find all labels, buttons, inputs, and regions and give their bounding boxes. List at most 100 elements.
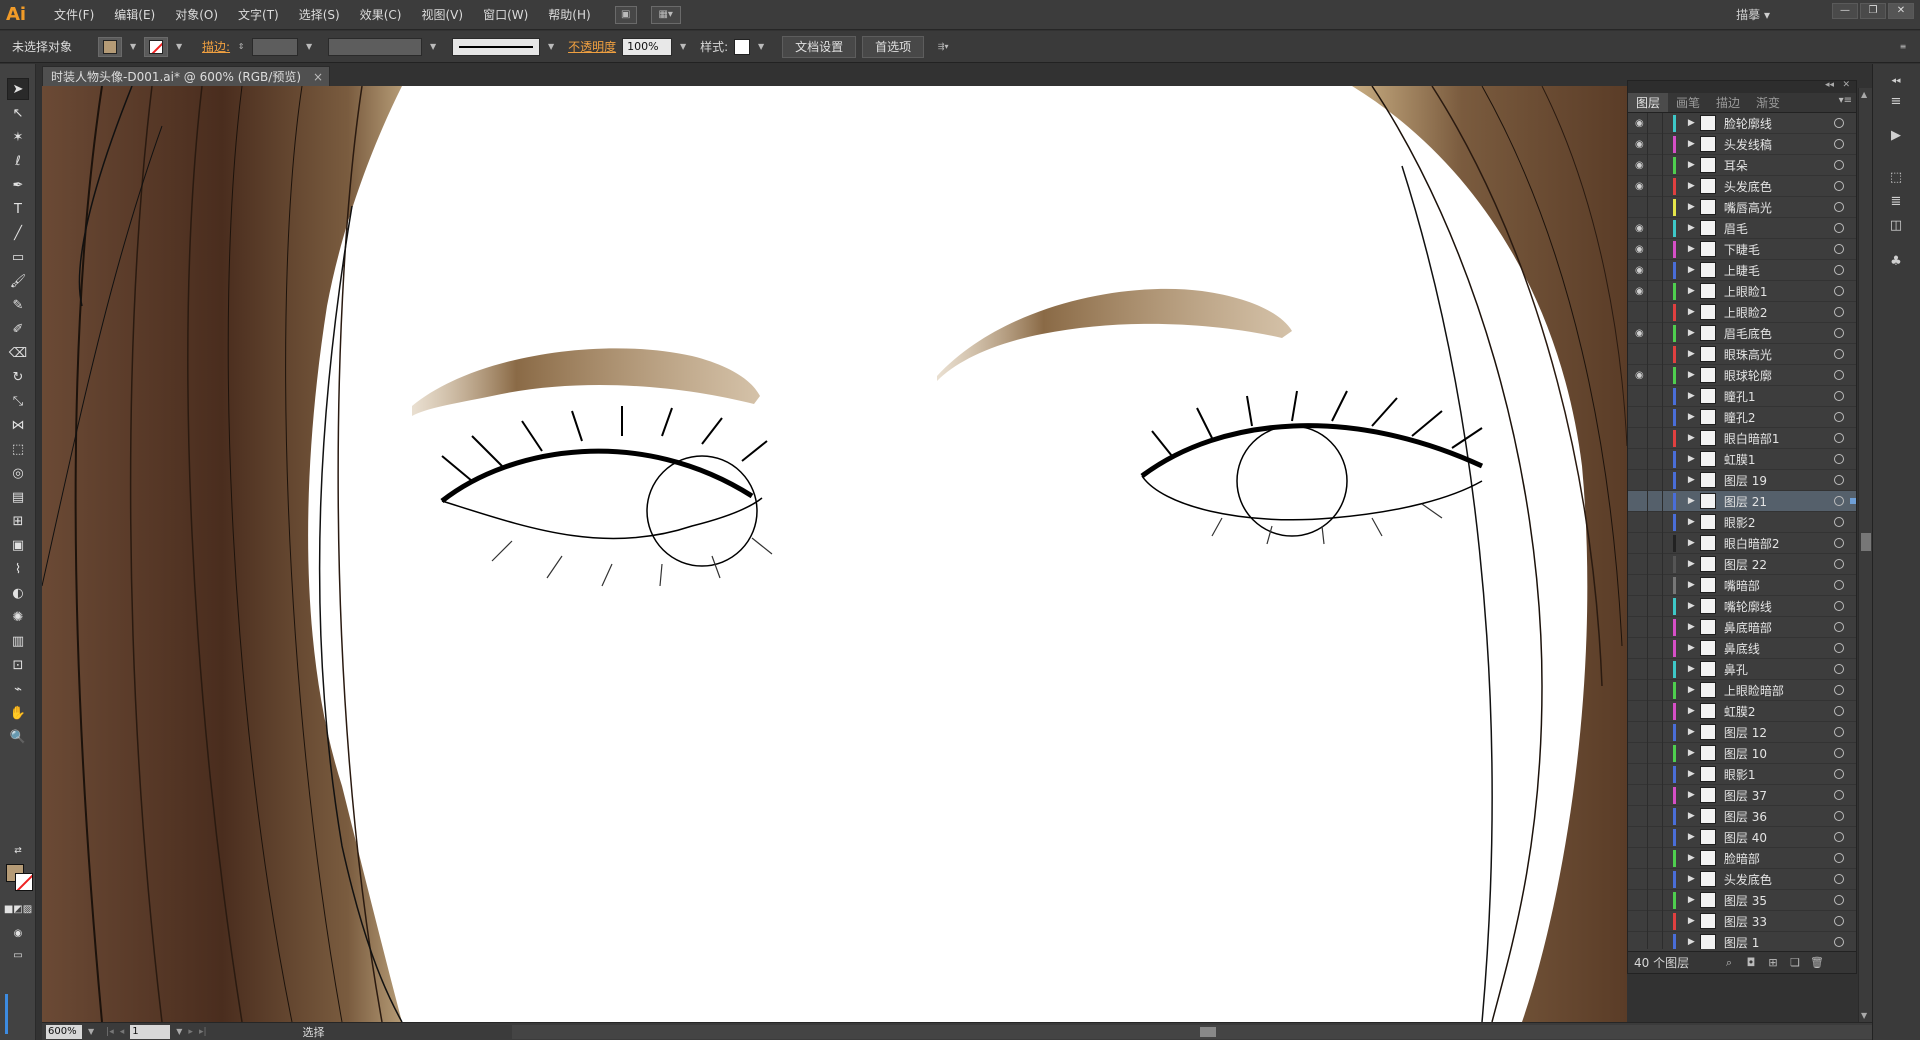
lock-toggle[interactable] xyxy=(1648,364,1664,386)
layer-name[interactable]: 眼珠高光 xyxy=(1724,346,1818,363)
triangle-right-icon[interactable]: ▶ xyxy=(1684,601,1698,611)
close-icon[interactable]: ✕ xyxy=(1888,3,1914,19)
triangle-right-icon[interactable]: ▶ xyxy=(1684,307,1698,317)
target-circle-icon[interactable] xyxy=(1834,433,1845,443)
layer-name[interactable]: 嘴轮廓线 xyxy=(1724,598,1818,615)
triangle-right-icon[interactable]: ▶ xyxy=(1684,265,1698,275)
layer-name[interactable]: 图层 12 xyxy=(1724,724,1818,741)
delete-layer-icon[interactable]: 🗑 xyxy=(1810,956,1824,969)
layer-row[interactable]: ▶ 眼影1 xyxy=(1628,763,1856,785)
document-setup-button[interactable]: 文档设置 xyxy=(782,35,857,58)
lock-toggle[interactable] xyxy=(1648,826,1664,848)
chevron-down-icon[interactable]: ▼ xyxy=(174,37,184,57)
eye-icon[interactable] xyxy=(1632,616,1648,638)
triangle-right-icon[interactable]: ▶ xyxy=(1684,412,1698,422)
chevron-down-icon[interactable]: ▼ xyxy=(756,37,766,57)
layer-row[interactable]: ▶ 脸暗部 xyxy=(1628,847,1856,869)
eye-icon[interactable]: ◉ xyxy=(1632,280,1648,302)
layer-name[interactable]: 上睫毛 xyxy=(1724,262,1818,279)
eye-icon[interactable] xyxy=(1632,742,1648,764)
lock-toggle[interactable] xyxy=(1648,133,1664,155)
target-circle-icon[interactable] xyxy=(1834,832,1845,842)
triangle-right-icon[interactable]: ▶ xyxy=(1684,433,1698,443)
hand-tool-icon[interactable]: ✋ xyxy=(7,702,29,724)
target-circle-icon[interactable] xyxy=(1834,349,1845,359)
layer-name[interactable]: 脸暗部 xyxy=(1724,850,1818,867)
triangle-right-icon[interactable]: ▶ xyxy=(1684,664,1698,674)
workspace-switcher[interactable]: 描摹 ▾ xyxy=(1736,0,1770,30)
default-colors-icon[interactable]: ⇄ xyxy=(7,840,29,862)
eye-icon[interactable] xyxy=(1632,595,1648,617)
target-circle-icon[interactable] xyxy=(1834,202,1845,212)
line-tool-icon[interactable]: ╱ xyxy=(7,222,29,244)
layer-name[interactable]: 鼻底线 xyxy=(1724,640,1818,657)
target-circle-icon[interactable] xyxy=(1834,454,1845,464)
layer-name[interactable]: 眼影1 xyxy=(1724,766,1818,783)
layer-name[interactable]: 上眼睑2 xyxy=(1724,304,1818,321)
layer-row[interactable]: ▶ 眼白暗部2 xyxy=(1628,532,1856,554)
tab-stroke[interactable]: 描边 xyxy=(1708,93,1748,112)
triangle-right-icon[interactable]: ▶ xyxy=(1684,286,1698,296)
eye-icon[interactable]: ◉ xyxy=(1632,154,1648,176)
target-circle-icon[interactable] xyxy=(1834,601,1845,611)
eye-icon[interactable] xyxy=(1632,700,1648,722)
layer-row[interactable]: ▶ 图层 35 xyxy=(1628,889,1856,911)
layer-name[interactable]: 图层 40 xyxy=(1724,829,1818,846)
lock-toggle[interactable] xyxy=(1648,910,1664,932)
triangle-right-icon[interactable]: ▶ xyxy=(1684,391,1698,401)
lock-toggle[interactable] xyxy=(1648,343,1664,365)
layer-name[interactable]: 虹膜2 xyxy=(1724,703,1818,720)
eye-icon[interactable] xyxy=(1632,469,1648,491)
triangle-right-icon[interactable]: ▶ xyxy=(1684,181,1698,191)
eye-icon[interactable] xyxy=(1632,910,1648,932)
eye-icon[interactable] xyxy=(1632,889,1648,911)
target-circle-icon[interactable] xyxy=(1834,664,1845,674)
layer-row[interactable]: ▶ 虹膜1 xyxy=(1628,448,1856,470)
layer-name[interactable]: 眼影2 xyxy=(1724,514,1818,531)
lock-toggle[interactable] xyxy=(1648,721,1664,743)
eye-icon[interactable] xyxy=(1632,406,1648,428)
target-circle-icon[interactable] xyxy=(1834,328,1845,338)
prev-page-icon[interactable]: ◂ xyxy=(120,1027,125,1037)
tab-layers[interactable]: 图层 xyxy=(1628,93,1669,112)
triangle-right-icon[interactable]: ▶ xyxy=(1684,328,1698,338)
lock-toggle[interactable] xyxy=(1648,637,1664,659)
target-circle-icon[interactable] xyxy=(1834,790,1845,800)
target-circle-icon[interactable] xyxy=(1834,727,1845,737)
direct-selection-tool-icon[interactable]: ↖ xyxy=(7,102,29,124)
target-circle-icon[interactable] xyxy=(1834,559,1845,569)
triangle-right-icon[interactable]: ▶ xyxy=(1684,727,1698,737)
layer-row[interactable]: ▶ 鼻底线 xyxy=(1628,637,1856,659)
layer-row[interactable]: ▶ 图层 10 xyxy=(1628,742,1856,764)
layer-row[interactable]: ◉ ▶ 头发线稿 xyxy=(1628,133,1856,155)
current-tool-status[interactable]: 选择 xyxy=(303,1024,325,1040)
lock-toggle[interactable] xyxy=(1648,616,1664,638)
lock-toggle[interactable] xyxy=(1648,259,1664,281)
menu-view[interactable]: 视图(V) xyxy=(411,0,473,30)
layer-name[interactable]: 图层 10 xyxy=(1724,745,1818,762)
column-graph-tool-icon[interactable]: ▥ xyxy=(7,630,29,652)
lock-toggle[interactable] xyxy=(1648,154,1664,176)
free-transform-tool-icon[interactable]: ⬚ xyxy=(7,438,29,460)
layer-row[interactable]: ▶ 图层 33 xyxy=(1628,910,1856,932)
symbol-sprayer-tool-icon[interactable]: ✺ xyxy=(7,606,29,628)
artboard-number-field[interactable]: 1 xyxy=(130,1024,171,1039)
layer-row[interactable]: ▶ 头发底色 xyxy=(1628,868,1856,890)
target-circle-icon[interactable] xyxy=(1834,391,1845,401)
target-circle-icon[interactable] xyxy=(1834,223,1845,233)
triangle-right-icon[interactable]: ▶ xyxy=(1684,475,1698,485)
layer-name[interactable]: 图层 36 xyxy=(1724,808,1818,825)
restore-icon[interactable]: ❐ xyxy=(1860,3,1886,19)
layer-row[interactable]: ▶ 上眼睑2 xyxy=(1628,301,1856,323)
next-page-icon[interactable]: ▸ xyxy=(188,1027,193,1037)
brush-definition-preview[interactable] xyxy=(452,37,541,56)
layer-name[interactable]: 眼白暗部2 xyxy=(1724,535,1818,552)
layer-row[interactable]: ▶ 瞳孔2 xyxy=(1628,406,1856,428)
lock-toggle[interactable] xyxy=(1648,574,1664,596)
menu-file[interactable]: 文件(F) xyxy=(44,0,104,30)
stroke-weight-field[interactable] xyxy=(252,37,299,56)
target-circle-icon[interactable] xyxy=(1834,769,1845,779)
lock-toggle[interactable] xyxy=(1648,448,1664,470)
target-circle-icon[interactable] xyxy=(1834,895,1845,905)
triangle-right-icon[interactable]: ▶ xyxy=(1684,223,1698,233)
